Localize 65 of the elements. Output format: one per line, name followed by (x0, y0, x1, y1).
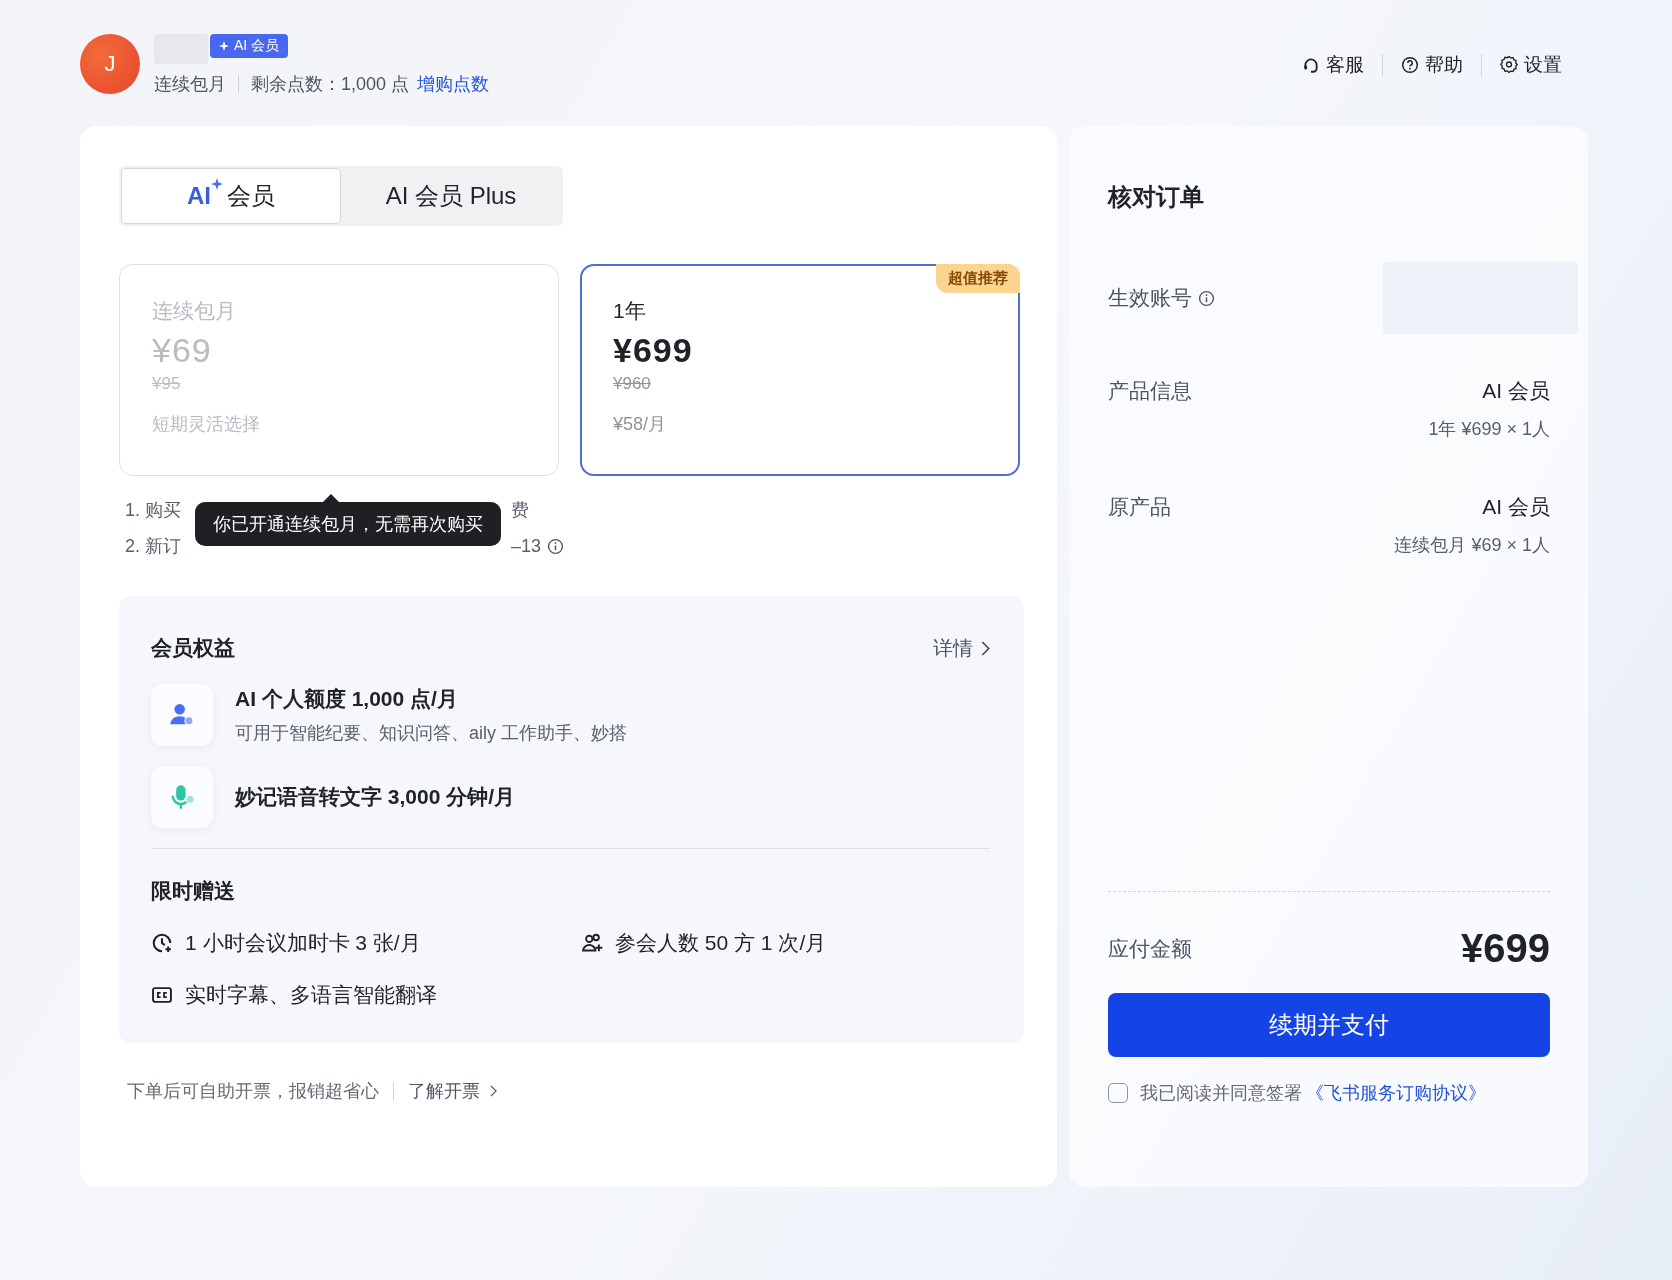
benefit-description: 可用于智能纪要、知识问答、aily 工作助手、妙搭 (235, 722, 627, 745)
recommend-tag: 超值推荐 (936, 264, 1020, 293)
invoice-info-link[interactable]: 了解开票 (408, 1079, 497, 1103)
benefit-title: AI 个人额度 1,000 点/月 (235, 686, 459, 712)
product-detail: 连续包月 ¥69 × 1人 (1394, 534, 1550, 557)
plan-note: ¥58/月 (613, 413, 668, 436)
tooltip-arrow-icon (323, 494, 339, 502)
product-name: AI 会员 (1481, 378, 1550, 404)
help-icon (1401, 56, 1419, 74)
plan-name: 连续包月 (152, 298, 237, 324)
membership-tab[interactable]: AI 会员 Plus (341, 168, 561, 224)
membership-tab[interactable]: AI 会员 (121, 168, 341, 224)
gift-text: 实时字幕、多语言智能翻译 (185, 982, 437, 1008)
account-label: 生效账号 (1108, 285, 1192, 311)
total-label: 应付金额 (1108, 935, 1192, 962)
order-field-label: 原产品 (1108, 494, 1171, 520)
agreement-text: 我已阅读并同意签署 (1140, 1082, 1302, 1105)
note-text: 2. 新订 (125, 535, 181, 558)
note-text: 1. 购买 (125, 499, 181, 522)
chevron-right-icon (490, 1085, 497, 1097)
plan-price: ¥69 (152, 331, 213, 370)
points-remaining-text: 剩余点数：1,000 点 (251, 73, 410, 96)
tooltip: 你已开通连续包月，无需再次购买 (195, 502, 501, 546)
note-text: 费 (511, 499, 529, 522)
benefit-title: 妙记语音转文字 3,000 分钟/月 (235, 784, 516, 810)
order-title: 核对订单 (1108, 182, 1205, 212)
product-detail: 1年 ¥699 × 1人 (1428, 418, 1550, 441)
gift-text: 1 小时会议加时卡 3 张/月 (185, 930, 421, 956)
membership-badge: AI 会员 (210, 34, 289, 58)
closed-captions-icon (151, 984, 173, 1006)
original-price: ¥960 (613, 374, 652, 394)
info-icon (547, 537, 565, 555)
chevron-right-icon (981, 640, 990, 656)
plan-name: 1年 (613, 298, 647, 324)
gift-text: 参会人数 50 方 1 次/月 (615, 930, 827, 956)
plan-type-text: 连续包月 (154, 73, 226, 96)
plan-option-card[interactable]: 超值推荐 1年 ¥699 ¥960 ¥58/月 (580, 264, 1020, 476)
settings-icon (1500, 56, 1518, 74)
plan-note: 短期灵活选择 (152, 413, 261, 436)
invoice-note: 下单后可自助开票，报销超省心 (127, 1080, 379, 1103)
order-field-label: 产品信息 (1108, 378, 1192, 404)
settings-button[interactable]: 设置 (1500, 52, 1562, 78)
pay-button[interactable]: 续期并支付 (1108, 993, 1550, 1057)
sparkle-icon (211, 178, 223, 190)
person-icon (151, 684, 213, 746)
microphone-icon (151, 766, 213, 828)
headset-icon (1302, 56, 1320, 74)
sparkle-icon (219, 41, 229, 51)
agreement-checkbox[interactable] (1108, 1083, 1128, 1103)
details-link[interactable]: 详情 (933, 634, 990, 662)
agreement-link[interactable]: 《飞书服务订购协议》 (1306, 1081, 1486, 1105)
original-price: ¥95 (152, 374, 182, 394)
note-text: –13 (511, 535, 542, 557)
people-plus-icon (581, 932, 603, 954)
total-amount: ¥699 (1461, 926, 1550, 971)
clock-plus-icon (151, 932, 173, 954)
plan-price: ¥699 (613, 331, 694, 370)
product-name: AI 会员 (1481, 494, 1550, 520)
section-title: 会员权益 (151, 635, 235, 661)
section-title: 限时赠送 (151, 878, 236, 904)
buy-points-link[interactable]: 增购点数 (417, 72, 490, 96)
customer-service-button[interactable]: 客服 (1302, 52, 1364, 78)
help-button[interactable]: 帮助 (1401, 52, 1463, 78)
info-icon (1198, 289, 1215, 307)
user-avatar: J (80, 34, 140, 94)
